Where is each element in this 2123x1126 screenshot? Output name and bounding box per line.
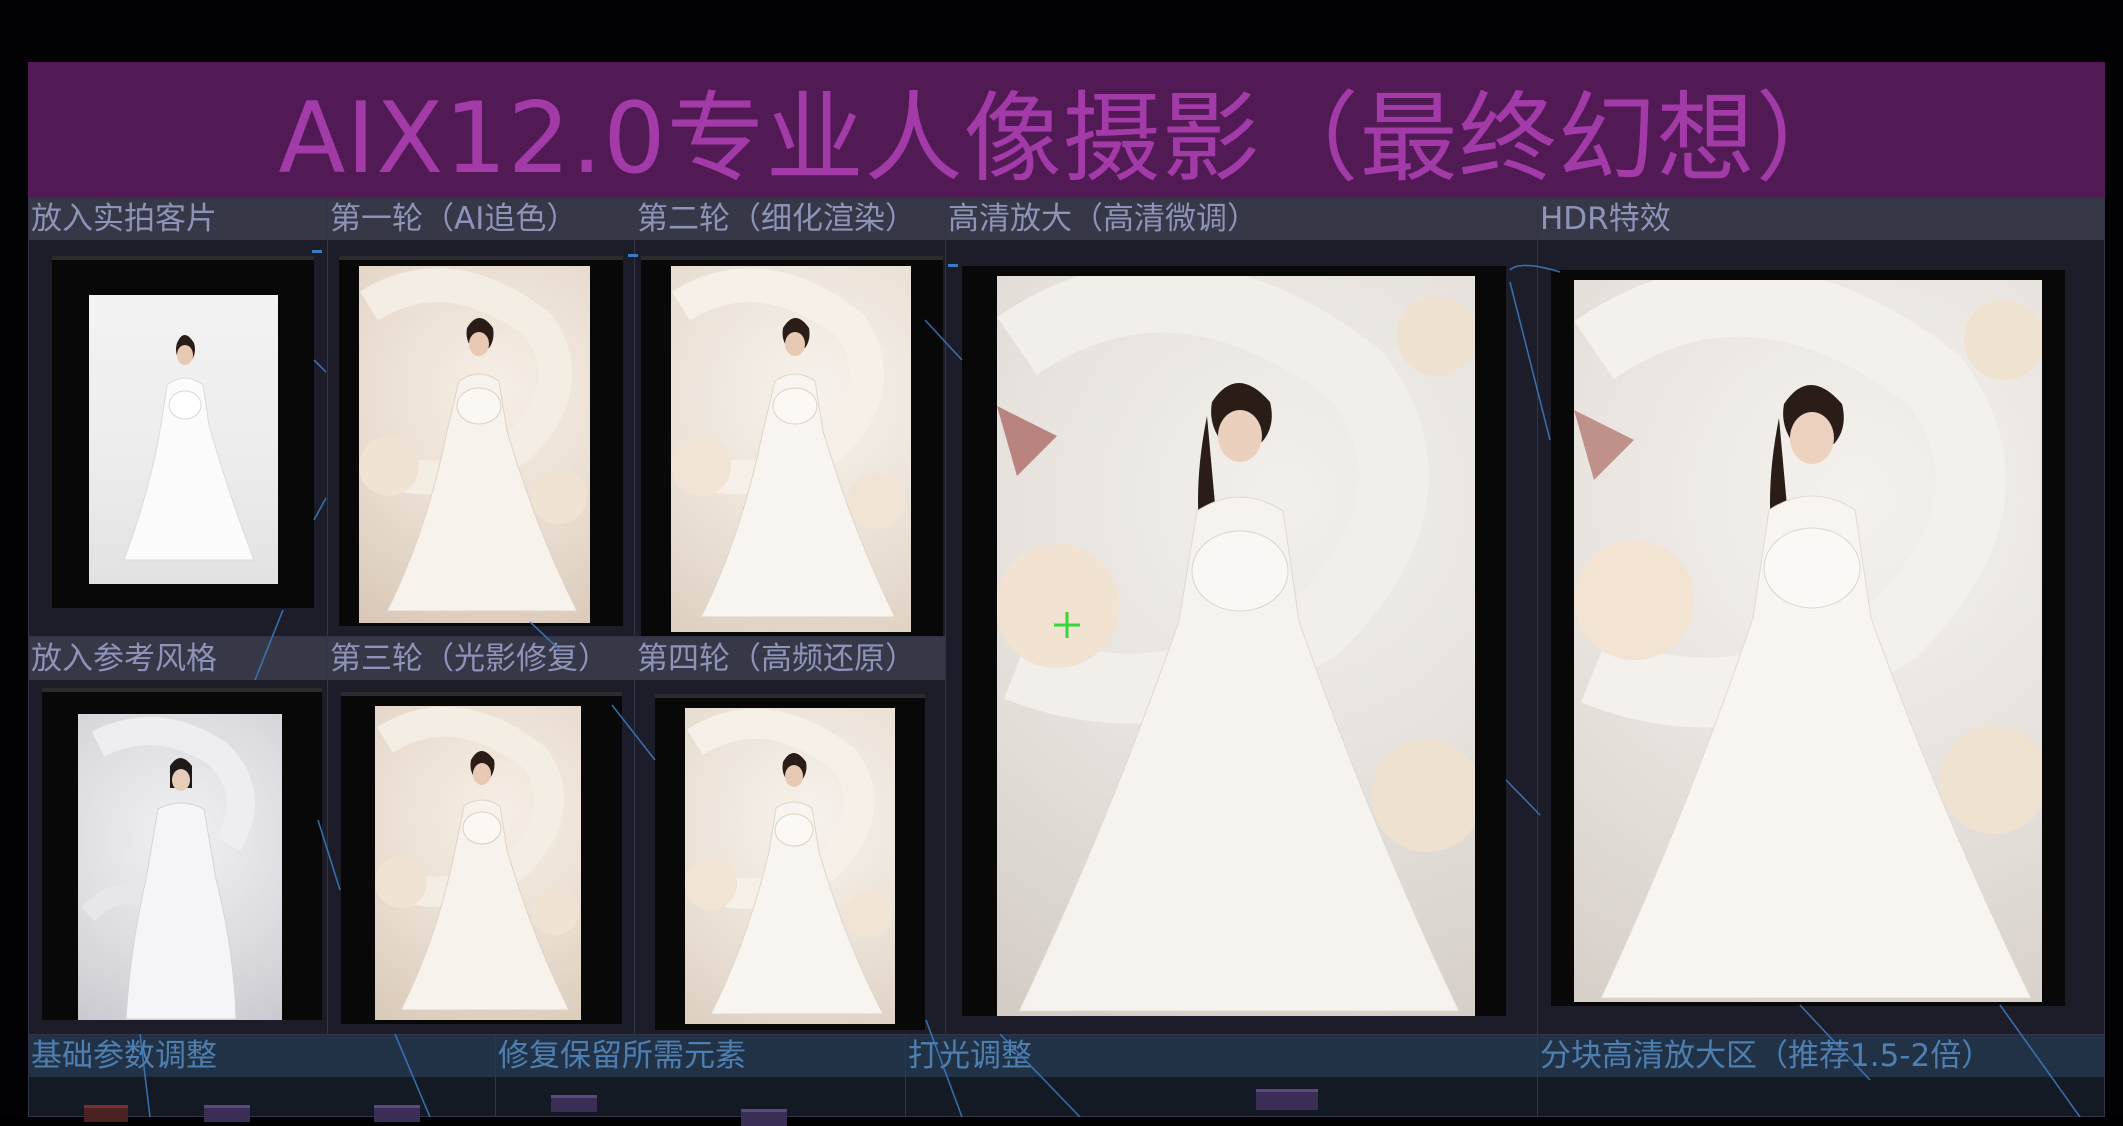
- image-node-round4[interactable]: [655, 694, 925, 1030]
- hdr-result-image: [1574, 280, 2042, 1002]
- group-lighting-header[interactable]: 打光调整: [906, 1035, 1537, 1077]
- node-chip[interactable]: [551, 1095, 597, 1112]
- image-node-round3[interactable]: [341, 692, 622, 1024]
- output-port[interactable]: [312, 250, 322, 253]
- group-round4-header[interactable]: 第四轮（高频还原）: [635, 638, 945, 680]
- node-chip[interactable]: [204, 1105, 250, 1122]
- group-hdr-header[interactable]: HDR特效: [1538, 198, 2104, 240]
- image-node-reference[interactable]: [42, 688, 322, 1020]
- image-node-hdr[interactable]: [1551, 270, 2065, 1006]
- output-port[interactable]: [948, 264, 958, 267]
- workflow-canvas[interactable]: AIX12.0专业人像摄影（最终幻想） 放入实拍客片 第一轮（AI追色） 第二轮…: [0, 0, 2123, 1126]
- group-reference-header[interactable]: 放入参考风格: [29, 638, 327, 680]
- round4-result-image: [685, 708, 895, 1024]
- round1-result-image: [359, 266, 590, 623]
- image-node-upscale[interactable]: [962, 266, 1506, 1016]
- workflow-title-banner[interactable]: AIX12.0专业人像摄影（最终幻想）: [28, 62, 2105, 197]
- input-photo-image: [89, 295, 278, 584]
- group-input-photo-header[interactable]: 放入实拍客片: [29, 198, 327, 240]
- group-tiled-upscale-header[interactable]: 分块高清放大区（推荐1.5-2倍）: [1538, 1035, 2104, 1077]
- group-lighting[interactable]: 打光调整: [905, 1034, 1538, 1117]
- group-repair-keep[interactable]: 修复保留所需元素: [495, 1034, 906, 1126]
- round3-result-image: [375, 706, 581, 1020]
- upscale-result-image: [997, 276, 1475, 1016]
- node-chip[interactable]: [1256, 1089, 1318, 1110]
- node-chip[interactable]: [84, 1105, 128, 1122]
- group-round2-header[interactable]: 第二轮（细化渲染）: [635, 198, 945, 240]
- group-tiled-upscale[interactable]: 分块高清放大区（推荐1.5-2倍）: [1537, 1034, 2105, 1117]
- round2-result-image: [671, 266, 911, 632]
- image-node-round2[interactable]: [641, 256, 943, 636]
- group-upscale-header[interactable]: 高清放大（高清微调）: [946, 198, 1537, 240]
- group-round1-header[interactable]: 第一轮（AI追色）: [328, 198, 634, 240]
- node-chip[interactable]: [374, 1105, 420, 1122]
- reference-style-image: [78, 714, 282, 1020]
- image-node-input[interactable]: [52, 256, 314, 608]
- group-repair-keep-header[interactable]: 修复保留所需元素: [496, 1035, 905, 1077]
- group-basic-params[interactable]: 基础参数调整: [28, 1034, 496, 1122]
- output-port[interactable]: [628, 254, 638, 257]
- workflow-title: AIX12.0专业人像摄影（最终幻想）: [278, 81, 1855, 196]
- image-node-round1[interactable]: [339, 256, 623, 626]
- group-basic-params-header[interactable]: 基础参数调整: [29, 1035, 495, 1077]
- group-round3-header[interactable]: 第三轮（光影修复）: [328, 638, 634, 680]
- crosshair-cursor-icon: [1054, 612, 1080, 638]
- node-chip[interactable]: [741, 1109, 787, 1126]
